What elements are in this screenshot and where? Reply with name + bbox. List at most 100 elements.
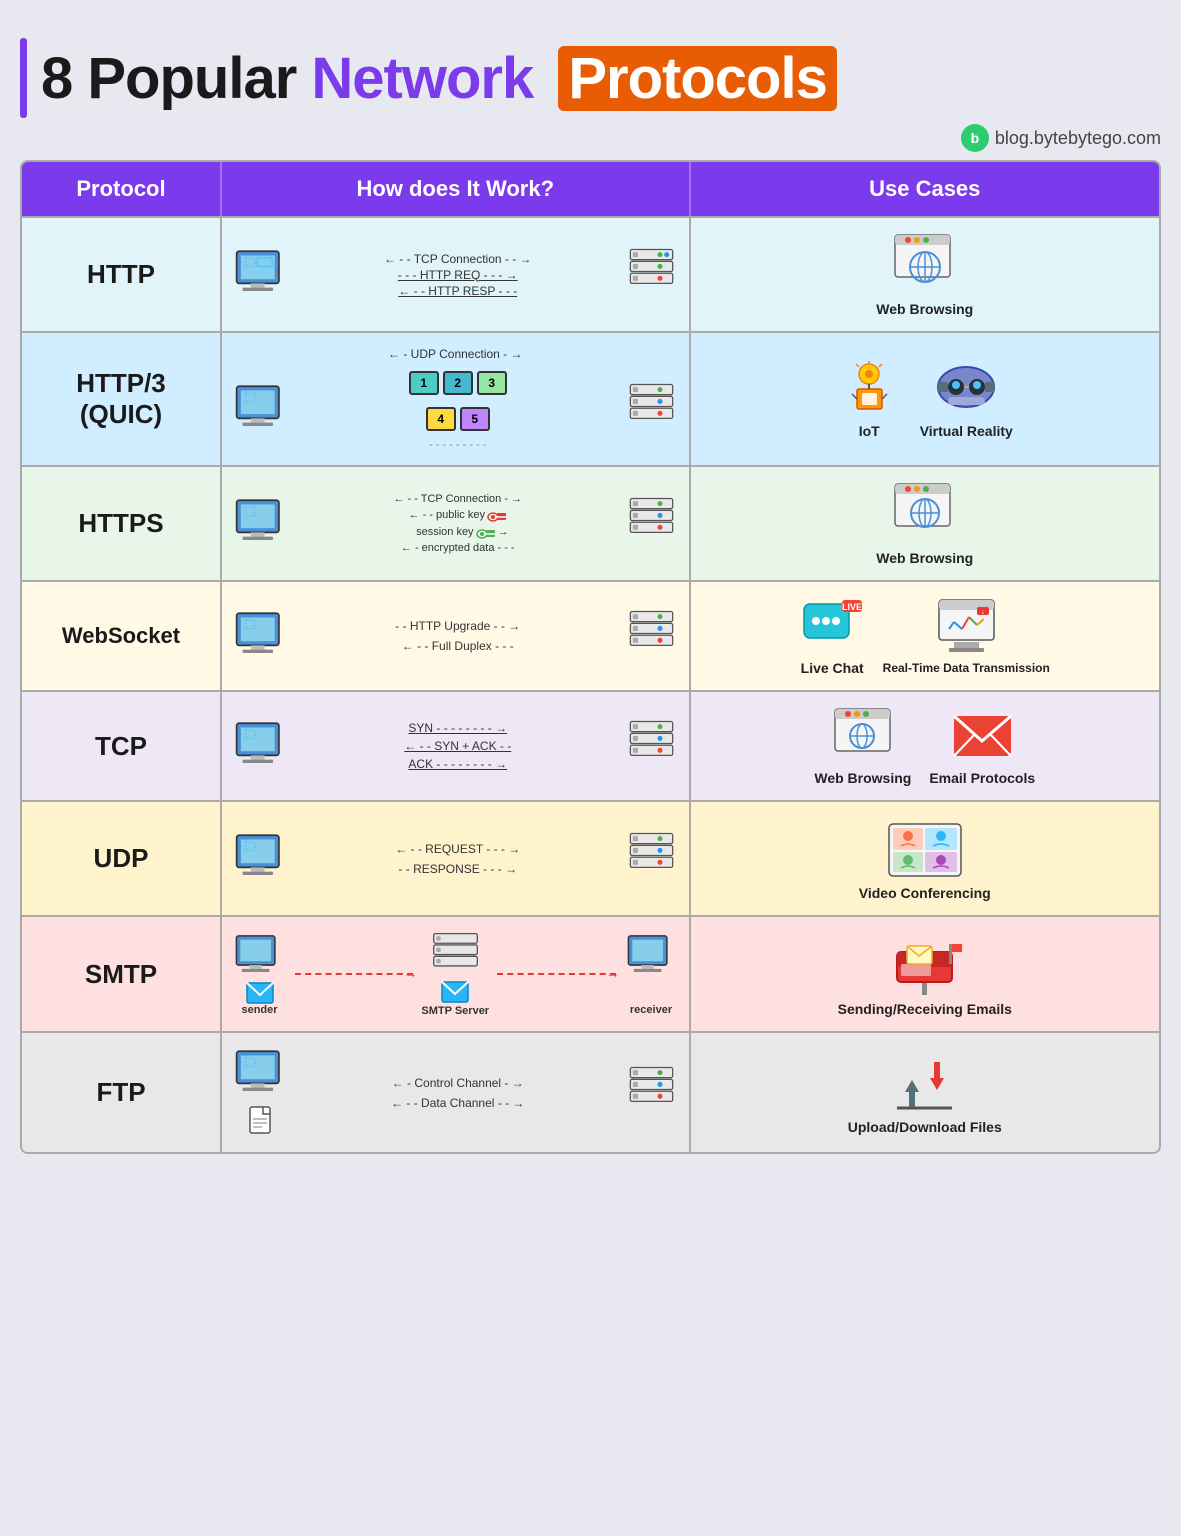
brand-line: b blog.bytebytego.com	[20, 124, 1161, 152]
row-tcp: TCP SYN - - - - - - - - → ← - - SYN + AC…	[22, 690, 1159, 800]
how-udp: ← - - REQUEST - - - → - - RESPONSE - - -…	[222, 802, 691, 915]
use-http3: IoT Virtual Reality	[691, 333, 1160, 465]
how-https: ← - - TCP Connection - → ← - - public ke…	[222, 467, 691, 580]
title-network: Network	[311, 46, 533, 111]
server-svg-ws	[624, 609, 679, 664]
web-browsing-icon-tcp	[830, 706, 895, 766]
use-label-livechat: Live Chat	[801, 660, 864, 676]
row-smtp: SMTP	[22, 915, 1159, 1031]
computer-svg-tcp	[232, 719, 292, 774]
protocol-name-http: HTTP	[87, 259, 155, 290]
use-item-email: Email Protocols	[929, 706, 1035, 786]
protocol-websocket: WebSocket	[22, 582, 222, 690]
row-websocket: WebSocket - - HTTP Upgrade - - → ← - - F…	[22, 580, 1159, 690]
use-label-web-browsing-https: Web Browsing	[876, 550, 973, 566]
protocol-name-smtp: SMTP	[85, 959, 157, 990]
title-protocols: Protocols	[558, 46, 837, 111]
row-udp: UDP ← - - REQUEST - - - → - - RESPONSE -…	[22, 800, 1159, 915]
how-ftp: ← - Control Channel - → ← - - Data Chann…	[222, 1033, 691, 1152]
how-http: ← - - TCP Connection - - → - - - HTTP RE…	[222, 218, 691, 331]
use-item-livechat: LIVE Live Chat	[800, 596, 865, 676]
protocol-https: HTTPS	[22, 467, 222, 580]
mailbox-icon	[887, 932, 962, 997]
protocol-name-http3: HTTP/3(QUIC)	[76, 368, 166, 430]
computer-svg-ftp	[232, 1047, 292, 1102]
server-svg-udp	[624, 831, 679, 886]
smtp-server	[428, 931, 483, 979]
protocol-name-https: HTTPS	[78, 508, 163, 539]
use-item-videoconf: Video Conferencing	[859, 816, 991, 901]
use-label-web-browsing-http: Web Browsing	[876, 301, 973, 317]
use-label-videoconf: Video Conferencing	[859, 885, 991, 901]
header-how: How does It Work?	[222, 162, 691, 216]
how-smtp: sender →	[222, 917, 691, 1031]
computer-svg-http	[232, 247, 292, 302]
protocol-udp: UDP	[22, 802, 222, 915]
use-smtp: Sending/Receiving Emails	[691, 917, 1160, 1031]
use-item-web-browsing-tcp: Web Browsing	[814, 706, 911, 786]
table-header: Protocol How does It Work? Use Cases	[22, 162, 1159, 216]
server-svg-https	[624, 496, 679, 551]
server-svg-http3	[624, 382, 679, 437]
vr-icon	[934, 359, 999, 419]
use-websocket: LIVE Live Chat	[691, 582, 1160, 690]
iot-icon	[837, 359, 902, 419]
use-label-sending-emails: Sending/Receiving Emails	[838, 1001, 1012, 1017]
svg-text:LIVE: LIVE	[842, 602, 862, 612]
header-protocol: Protocol	[22, 162, 222, 216]
how-http3: ← - UDP Connection - → 1 2	[222, 333, 691, 465]
packet-3: 3	[477, 371, 507, 395]
use-https: Web Browsing	[691, 467, 1160, 580]
web-browsing-icon-https	[890, 481, 960, 546]
title-prefix: 8 Popular	[41, 46, 311, 111]
computer-svg-udp	[232, 831, 292, 886]
packet-4: 4	[426, 407, 456, 431]
use-udp: Video Conferencing	[691, 802, 1160, 915]
livechat-icon: LIVE	[800, 596, 865, 656]
packet-1: 1	[409, 371, 439, 395]
page-wrapper: 8 Popular Network Protocols b blog.byteb…	[20, 20, 1161, 1154]
how-websocket: - - HTTP Upgrade - - → ← - - Full Duplex…	[222, 582, 691, 690]
row-http: HTTP ← - - TCP	[22, 216, 1159, 331]
computer-svg-https	[232, 496, 292, 551]
use-item-vr: Virtual Reality	[920, 359, 1013, 439]
use-ftp: Upload/Download Files	[691, 1033, 1160, 1152]
use-http: Web Browsing	[691, 218, 1160, 331]
use-item-web-browsing-https: Web Browsing	[876, 481, 973, 566]
protocol-name-tcp: TCP	[95, 731, 147, 762]
server-svg-http	[624, 247, 679, 302]
computer-svg-ws	[232, 609, 292, 664]
use-item-iot: IoT	[837, 359, 902, 439]
web-browsing-icon-http	[890, 232, 960, 297]
server-svg-ftp	[624, 1065, 679, 1120]
protocol-http3: HTTP/3(QUIC)	[22, 333, 222, 465]
header-usecases: Use Cases	[691, 162, 1160, 216]
use-label-iot: IoT	[859, 423, 880, 439]
use-label-realtime: Real-Time Data Transmission	[883, 661, 1050, 675]
protocol-ftp: FTP	[22, 1033, 222, 1152]
use-label-email-tcp: Email Protocols	[929, 770, 1035, 786]
brand-icon: b	[961, 124, 989, 152]
brand-text: blog.bytebytego.com	[995, 128, 1161, 149]
protocol-smtp: SMTP	[22, 917, 222, 1031]
realtime-icon: ↓	[934, 597, 999, 657]
protocol-name-udp: UDP	[94, 843, 149, 874]
row-ftp: FTP	[22, 1031, 1159, 1152]
document-icon-ftp	[247, 1106, 277, 1138]
use-item-realtime: ↓ Real-Time Data Transmission	[883, 597, 1050, 675]
use-item-upload-download: Upload/Download Files	[848, 1050, 1002, 1135]
use-item-web-browsing-http: Web Browsing	[876, 232, 973, 317]
how-tcp: SYN - - - - - - - - → ← - - SYN + ACK - …	[222, 692, 691, 800]
protocol-name-ftp: FTP	[96, 1077, 145, 1108]
upload-download-icon	[887, 1050, 962, 1115]
packet-5: 5	[460, 407, 490, 431]
email-icon	[950, 706, 1015, 766]
use-item-sending-emails: Sending/Receiving Emails	[838, 932, 1012, 1017]
protocol-name-websocket: WebSocket	[62, 623, 180, 649]
protocol-tcp: TCP	[22, 692, 222, 800]
use-label-web-browsing-tcp: Web Browsing	[814, 770, 911, 786]
title-bar	[20, 38, 27, 118]
protocol-http: HTTP	[22, 218, 222, 331]
packet-2: 2	[443, 371, 473, 395]
computer-svg-http3	[232, 382, 292, 437]
